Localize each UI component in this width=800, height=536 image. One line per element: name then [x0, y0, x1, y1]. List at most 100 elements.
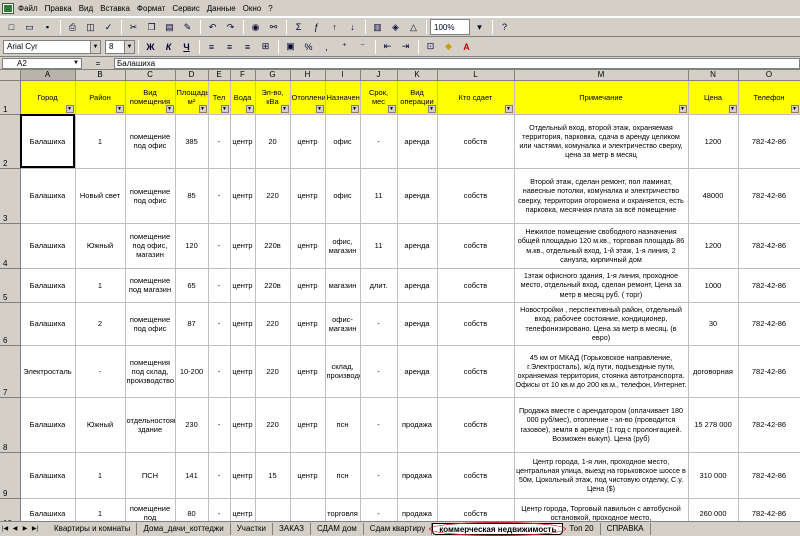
- column-header[interactable]: J: [360, 70, 398, 81]
- table-cell[interactable]: -: [208, 302, 231, 346]
- chart-wizard-icon[interactable]: ▥: [369, 19, 386, 35]
- table-cell[interactable]: -: [208, 397, 231, 453]
- table-cell[interactable]: собств: [437, 114, 515, 169]
- menu-item[interactable]: Вставка: [100, 4, 130, 13]
- table-cell[interactable]: -: [208, 498, 231, 521]
- table-cell[interactable]: помещение под офис: [125, 168, 176, 224]
- row-header[interactable]: 5: [0, 268, 21, 303]
- table-cell[interactable]: продажа: [397, 397, 438, 453]
- table-cell[interactable]: 30: [688, 302, 739, 346]
- table-cell[interactable]: собств: [437, 223, 515, 269]
- table-cell[interactable]: аренда: [397, 302, 438, 346]
- header-cell[interactable]: Район ▼: [75, 80, 126, 115]
- table-cell[interactable]: офис: [325, 168, 361, 224]
- table-cell[interactable]: договорная: [688, 345, 739, 398]
- filter-dropdown-icon[interactable]: ▼: [65, 104, 74, 113]
- table-cell[interactable]: центр: [290, 114, 326, 169]
- table-cell[interactable]: 10-200: [175, 345, 209, 398]
- table-cell[interactable]: центр: [230, 452, 256, 499]
- table-cell[interactable]: 782-42-86: [738, 302, 800, 346]
- table-cell[interactable]: 220: [255, 302, 291, 346]
- table-cell[interactable]: -: [208, 452, 231, 499]
- increase-decimal-icon[interactable]: ⁺: [336, 39, 353, 55]
- borders-icon[interactable]: ⊡: [422, 39, 439, 55]
- currency-icon[interactable]: ▣: [282, 39, 299, 55]
- header-cell[interactable]: Вода ▼: [230, 80, 256, 115]
- save-icon[interactable]: ▪: [39, 19, 56, 35]
- sort-asc-icon[interactable]: ↑: [326, 19, 343, 35]
- map-icon[interactable]: ◈: [387, 19, 404, 35]
- table-cell[interactable]: Балашиха: [20, 114, 76, 169]
- table-cell[interactable]: аренда: [397, 114, 438, 169]
- column-header[interactable]: C: [125, 70, 176, 81]
- row-header[interactable]: 3: [0, 168, 21, 224]
- filter-dropdown-icon[interactable]: ▼: [165, 104, 174, 113]
- sheet-tab[interactable]: Сдам квартиру: [364, 522, 433, 535]
- table-cell[interactable]: 220: [255, 168, 291, 224]
- table-cell[interactable]: 385: [175, 114, 209, 169]
- table-cell[interactable]: 48000: [688, 168, 739, 224]
- row-header[interactable]: 1: [0, 80, 21, 115]
- align-left-icon[interactable]: ≡: [203, 39, 220, 55]
- table-cell[interactable]: 15: [255, 452, 291, 499]
- menu-item[interactable]: Файл: [18, 4, 38, 13]
- increase-indent-icon[interactable]: ⇥: [397, 39, 414, 55]
- column-header[interactable]: B: [75, 70, 126, 81]
- table-cell[interactable]: 1000: [688, 268, 739, 303]
- filter-dropdown-icon[interactable]: ▼: [115, 104, 124, 113]
- table-cell[interactable]: 782-42-86: [738, 114, 800, 169]
- menu-item[interactable]: Формат: [137, 4, 165, 13]
- chevron-down-icon[interactable]: ▼: [90, 40, 100, 53]
- table-cell[interactable]: 45 км от МКАД (Горьковское направление, …: [514, 345, 689, 398]
- menu-item[interactable]: Окно: [243, 4, 262, 13]
- column-header[interactable]: H: [290, 70, 326, 81]
- sheet-tab[interactable]: Участки: [231, 522, 274, 535]
- table-cell[interactable]: 782-42-86: [738, 452, 800, 499]
- menu-item[interactable]: ?: [268, 4, 272, 13]
- help-icon[interactable]: ?: [496, 19, 513, 35]
- column-header[interactable]: G: [255, 70, 291, 81]
- column-header[interactable]: E: [208, 70, 231, 81]
- table-cell[interactable]: центр: [290, 268, 326, 303]
- table-cell[interactable]: 310 000: [688, 452, 739, 499]
- hyperlink-icon[interactable]: ⚯: [265, 19, 282, 35]
- table-cell[interactable]: [290, 498, 326, 521]
- filter-dropdown-icon[interactable]: ▼: [790, 104, 799, 113]
- header-cell[interactable]: Цена ▼: [688, 80, 739, 115]
- table-cell[interactable]: Балашиха: [20, 397, 76, 453]
- header-cell[interactable]: Город ▼: [20, 80, 76, 115]
- table-cell[interactable]: -: [360, 114, 398, 169]
- table-cell[interactable]: -: [208, 223, 231, 269]
- table-cell[interactable]: Центр города, 1-я лин, проходное место, …: [514, 452, 689, 499]
- table-cell[interactable]: 11: [360, 223, 398, 269]
- table-cell[interactable]: помещение под магазин: [125, 268, 176, 303]
- table-cell[interactable]: продажа: [397, 498, 438, 521]
- table-cell[interactable]: ПСН: [125, 452, 176, 499]
- filter-dropdown-icon[interactable]: ▼: [350, 104, 359, 113]
- table-cell[interactable]: 220в: [255, 268, 291, 303]
- header-cell[interactable]: Вид помещения ▼: [125, 80, 176, 115]
- corner-select-all[interactable]: [0, 70, 21, 81]
- row-header[interactable]: 6: [0, 302, 21, 346]
- table-cell[interactable]: [255, 498, 291, 521]
- sheet-tab[interactable]: Дома_дачи_коттеджи: [137, 522, 231, 535]
- table-cell[interactable]: Отдельный вход, второй этаж, охраняемая …: [514, 114, 689, 169]
- table-cell[interactable]: 1: [75, 114, 126, 169]
- header-cell[interactable]: Отопление ▼: [290, 80, 326, 115]
- chevron-down-icon[interactable]: ▼: [73, 60, 81, 66]
- table-cell[interactable]: 782-42-86: [738, 498, 800, 521]
- table-cell[interactable]: Балашиха: [20, 498, 76, 521]
- column-header[interactable]: N: [688, 70, 739, 81]
- table-cell[interactable]: 80: [175, 498, 209, 521]
- table-cell[interactable]: -: [360, 498, 398, 521]
- font-size-select[interactable]: 8 ▼: [105, 39, 135, 54]
- table-cell[interactable]: -: [208, 268, 231, 303]
- table-cell[interactable]: -: [75, 345, 126, 398]
- table-cell[interactable]: Электросталь: [20, 345, 76, 398]
- column-header[interactable]: L: [437, 70, 515, 81]
- table-cell[interactable]: продажа: [397, 452, 438, 499]
- filter-dropdown-icon[interactable]: ▼: [245, 104, 254, 113]
- table-cell[interactable]: -: [360, 345, 398, 398]
- sheet-tab[interactable]: Топ 20: [563, 522, 601, 535]
- open-folder-icon[interactable]: ▭: [21, 19, 38, 35]
